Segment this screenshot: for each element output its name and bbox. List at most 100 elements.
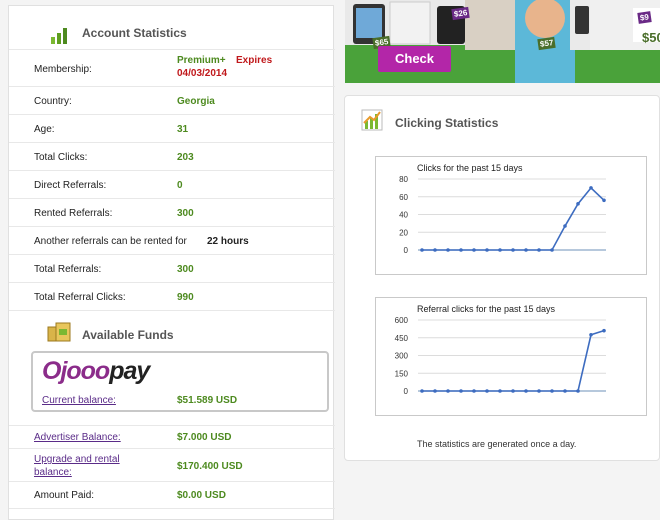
- direct-referrals-value: 0: [177, 180, 183, 191]
- membership-expires-label: Expires: [236, 55, 273, 66]
- rented-referrals-label: Rented Referrals:: [34, 208, 113, 219]
- membership-expiry-date: 04/03/2014: [177, 68, 228, 79]
- row-total-referral-clicks: Total Referral Clicks: 990: [9, 283, 335, 311]
- bar-chart-icon: [51, 28, 67, 44]
- direct-referrals-label: Direct Referrals:: [34, 180, 107, 191]
- clicks-chart-point: [589, 186, 593, 190]
- clicks-chart-point: [602, 198, 606, 203]
- row-advertiser-balance: Advertiser Balance: $7.000 USD: [9, 425, 335, 449]
- ojoopay-logo: Ojooopay: [42, 357, 150, 386]
- total-clicks-value: 203: [177, 152, 194, 163]
- referral-clicks-chart-point: [550, 389, 554, 393]
- referral-clicks-chart-ytick-label: 600: [395, 316, 409, 325]
- trend-chart-icon: [361, 109, 383, 131]
- referral-clicks-chart-ytick-label: 150: [395, 369, 409, 378]
- membership-label: Membership:: [34, 64, 92, 75]
- country-label: Country:: [34, 96, 72, 107]
- row-upgrade-balance: Upgrade and rental balance: $170.400 USD: [9, 449, 335, 482]
- upgrade-balance-value: $170.400 USD: [177, 461, 243, 472]
- upgrade-balance-link-line2[interactable]: balance:: [34, 467, 72, 478]
- rent-notice-hours: 22 hours: [207, 236, 249, 247]
- row-rent-notice: Another referrals can be rented for 22 h…: [9, 227, 335, 255]
- total-referrals-label: Total Referrals:: [34, 264, 102, 275]
- row-rented-referrals: Rented Referrals: 300: [9, 199, 335, 227]
- referral-clicks-chart-point: [576, 389, 580, 393]
- referral-clicks-chart-point: [472, 389, 476, 393]
- available-funds-title: Available Funds: [82, 328, 174, 342]
- referral-clicks-chart-point: [537, 389, 541, 393]
- current-balance-value: $51.589 USD: [177, 395, 238, 406]
- clicks-chart-ytick-label: 80: [399, 175, 408, 184]
- referral-clicks-chart-point: [563, 389, 567, 393]
- clicks-chart-point: [485, 248, 489, 252]
- price-tag-5: $50: [642, 30, 660, 45]
- promo-banner[interactable]: $65 $26 $57 $9 $50 Check: [345, 0, 660, 83]
- referral-clicks-chart-point: [433, 389, 437, 393]
- row-country: Country: Georgia: [9, 87, 335, 115]
- total-referral-clicks-label: Total Referral Clicks:: [34, 292, 126, 303]
- account-statistics-header: Account Statistics: [9, 6, 335, 46]
- country-value: Georgia: [177, 96, 215, 107]
- age-label: Age:: [34, 124, 55, 135]
- account-panel: Account Statistics Membership: Premium+ …: [8, 5, 335, 520]
- referral-clicks-chart-point: [446, 389, 450, 393]
- clicks-chart-point: [537, 248, 541, 252]
- clicks-chart-ytick-label: 60: [399, 193, 408, 202]
- referral-clicks-chart-svg: 0 150 300 450 600: [395, 316, 606, 396]
- referral-clicks-chart-point: [459, 389, 463, 393]
- referral-clicks-chart-point: [602, 328, 606, 333]
- clicks-chart-point: [563, 224, 567, 228]
- total-referrals-value: 300: [177, 264, 194, 275]
- upgrade-balance-link-line1[interactable]: Upgrade and rental: [34, 454, 120, 465]
- clicks-chart-point: [446, 248, 450, 252]
- advertiser-balance-value: $7.000 USD: [177, 432, 232, 443]
- ojoopay-box: Ojooopay Current balance: $51.589 USD: [31, 351, 329, 412]
- statistics-footnote: The statistics are generated once a day.: [417, 439, 577, 449]
- clicks-chart: Clicks for the past 15 days 0 20 40 60 80: [375, 156, 647, 275]
- row-total-clicks: Total Clicks: 203: [9, 143, 335, 171]
- total-clicks-label: Total Clicks:: [34, 152, 88, 163]
- available-funds-header: Available Funds: [9, 311, 335, 351]
- clicks-chart-point: [550, 248, 554, 252]
- membership-plan: Premium+: [177, 55, 226, 66]
- row-amount-paid: Amount Paid: $0.00 USD: [9, 482, 335, 509]
- clicks-chart-point: [433, 248, 437, 252]
- row-age: Age: 31: [9, 115, 335, 143]
- current-balance-link[interactable]: Current balance:: [42, 395, 116, 406]
- referral-clicks-chart-ytick-label: 0: [404, 387, 409, 396]
- price-tag-4: $9: [637, 11, 652, 24]
- ojoopay-logo-pay: pay: [109, 357, 150, 385]
- money-stack-icon: [47, 322, 71, 342]
- row-total-referrals: Total Referrals: 300: [9, 255, 335, 283]
- clicks-chart-ytick-label: 0: [404, 246, 409, 255]
- age-value: 31: [177, 124, 189, 135]
- amount-paid-label: Amount Paid:: [34, 490, 95, 501]
- referral-clicks-chart: Referral clicks for the past 15 days 0 15…: [375, 297, 647, 416]
- clicks-chart-point: [498, 248, 502, 252]
- advertiser-balance-link[interactable]: Advertiser Balance:: [34, 432, 121, 443]
- clicking-statistics-panel: Clicking Statistics Clicks for the past …: [344, 95, 660, 461]
- amount-paid-value: $0.00 USD: [177, 490, 226, 501]
- clicks-chart-ytick-label: 20: [399, 228, 408, 237]
- referral-clicks-chart-point: [524, 389, 528, 393]
- total-referral-clicks-value: 990: [177, 292, 194, 303]
- referral-clicks-chart-point: [589, 332, 593, 337]
- clicks-chart-point: [420, 248, 424, 252]
- clicks-chart-point: [472, 248, 476, 252]
- clicks-chart-point: [511, 248, 515, 252]
- referral-clicks-chart-point: [420, 389, 424, 393]
- referral-clicks-chart-ytick-label: 300: [395, 352, 409, 361]
- referral-clicks-chart-point: [511, 389, 515, 393]
- rent-notice-text: Another referrals can be rented for: [34, 236, 187, 247]
- check-button[interactable]: Check: [378, 46, 451, 72]
- referral-clicks-chart-point: [498, 389, 502, 393]
- clicks-chart-point: [459, 248, 463, 252]
- row-direct-referrals: Direct Referrals: 0: [9, 171, 335, 199]
- clicking-statistics-title: Clicking Statistics: [395, 116, 499, 130]
- ojoopay-logo-ojooo: Ojooo: [42, 357, 110, 385]
- clicks-chart-point: [524, 248, 528, 252]
- referral-clicks-chart-ytick-label: 450: [395, 334, 409, 343]
- clicks-chart-svg: 0 20 40 60 80: [399, 175, 606, 255]
- referral-clicks-chart-point: [485, 389, 489, 393]
- referral-clicks-chart-series-line: [422, 329, 605, 392]
